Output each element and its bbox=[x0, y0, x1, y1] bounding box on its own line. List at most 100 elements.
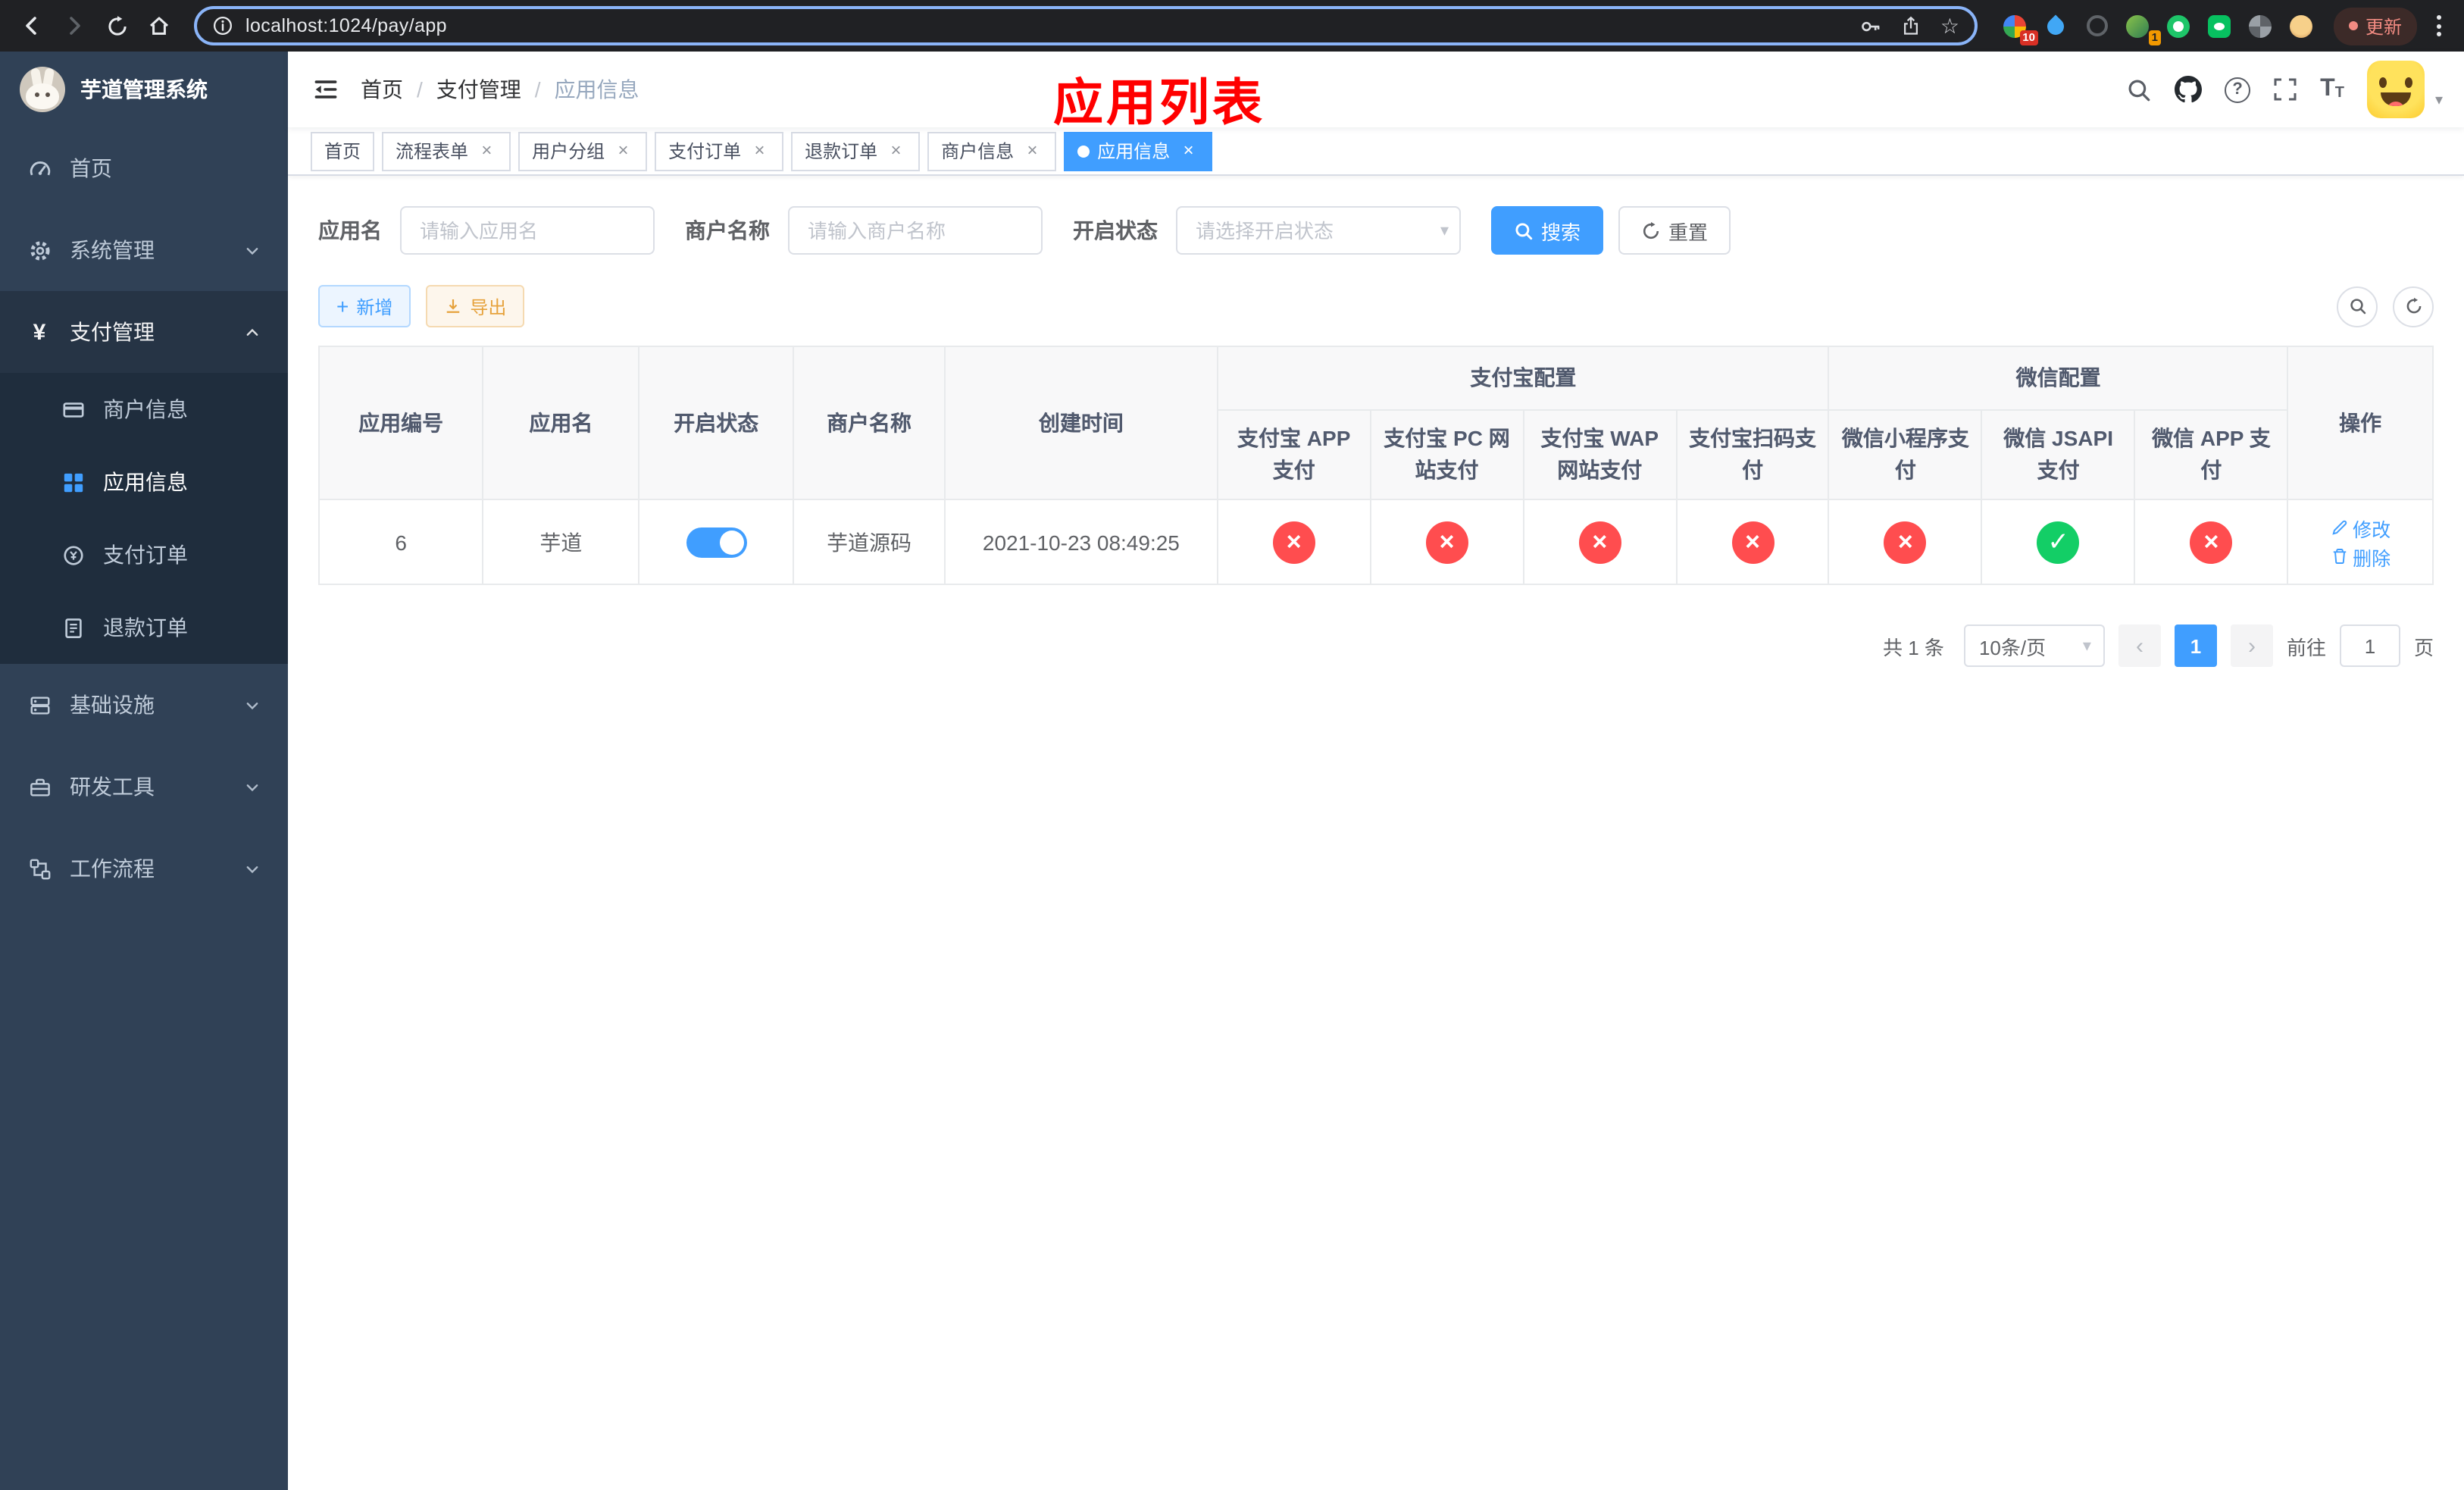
search-button[interactable]: 搜索 bbox=[1491, 206, 1604, 255]
breadcrumb-payment[interactable]: 支付管理 bbox=[436, 74, 521, 105]
close-icon[interactable]: × bbox=[1021, 139, 1043, 161]
tab-app-info[interactable]: 应用信息 × bbox=[1064, 131, 1213, 171]
address-bar[interactable]: localhost:1024/pay/app ☆ bbox=[194, 6, 1978, 45]
delete-button[interactable]: 删除 bbox=[2330, 542, 2391, 571]
plus-icon: + bbox=[336, 294, 349, 318]
screen: localhost:1024/pay/app ☆ 10 1 更新 芋道管理系统 … bbox=[0, 0, 2464, 1490]
extension-icon-5[interactable] bbox=[2165, 12, 2193, 39]
search-icon[interactable] bbox=[2126, 77, 2152, 102]
goto-label: 前往 bbox=[2286, 636, 2326, 659]
sidebar-item-refund-orders[interactable]: 退款订单 bbox=[0, 591, 288, 664]
refresh-table-button[interactable] bbox=[2393, 286, 2434, 327]
trash-icon bbox=[2332, 549, 2346, 564]
extension-icon-3[interactable] bbox=[2084, 12, 2111, 39]
close-icon[interactable]: × bbox=[1177, 139, 1199, 161]
prev-page-button[interactable]: ‹ bbox=[2118, 624, 2161, 667]
font-size-icon[interactable]: TT bbox=[2320, 77, 2344, 102]
dashboard-icon bbox=[27, 157, 52, 180]
app-logo[interactable]: 芋道管理系统 bbox=[0, 52, 288, 127]
sidebar-item-system[interactable]: 系统管理 bbox=[0, 209, 288, 291]
sidebar-item-payment[interactable]: ¥ 支付管理 bbox=[0, 291, 288, 373]
extension-badge: 10 bbox=[2019, 30, 2038, 45]
close-icon[interactable]: × bbox=[476, 139, 497, 161]
chevron-down-icon bbox=[244, 242, 261, 258]
breadcrumb-separator: / bbox=[417, 77, 423, 102]
status-cross-icon: × bbox=[1731, 521, 1775, 563]
share-icon[interactable] bbox=[1901, 15, 1922, 36]
site-info-icon[interactable] bbox=[212, 15, 233, 36]
browser-reload-button[interactable] bbox=[97, 6, 136, 45]
extension-icon-6[interactable] bbox=[2206, 12, 2234, 39]
tab-pay-orders[interactable]: 支付订单 × bbox=[655, 131, 784, 171]
edit-button[interactable]: 修改 bbox=[2330, 513, 2391, 542]
search-icon bbox=[2350, 299, 2366, 315]
table-row: 6 芋道 芋道源码 2021-10-23 08:49:25 × × × × × bbox=[317, 499, 2434, 585]
chevron-down-icon[interactable]: ▾ bbox=[2435, 92, 2443, 109]
apps-table: 应用编号 应用名 开启状态 商户名称 创建时间 支付宝配置 微信配置 操作 支付… bbox=[317, 346, 2434, 585]
reset-button[interactable]: 重置 bbox=[1618, 206, 1731, 255]
col-actions: 操作 bbox=[2287, 346, 2434, 500]
page-number-1[interactable]: 1 bbox=[2174, 624, 2217, 667]
user-avatar[interactable] bbox=[2366, 61, 2425, 118]
status-cross-icon: × bbox=[1884, 521, 1927, 563]
sidebar-item-pay-orders[interactable]: 支付订单 bbox=[0, 518, 288, 591]
col-alipay-qr: 支付宝扫码支付 bbox=[1675, 409, 1830, 500]
pencil-icon bbox=[2331, 520, 2347, 535]
extension-icon-7[interactable] bbox=[2247, 12, 2275, 39]
sidebar-item-workflow[interactable]: 工作流程 bbox=[0, 828, 288, 909]
status-cross-icon: × bbox=[1578, 521, 1621, 563]
cell-app-name: 芋道 bbox=[482, 499, 640, 585]
help-icon[interactable]: ? bbox=[2225, 77, 2251, 102]
url-text[interactable]: localhost:1024/pay/app bbox=[245, 15, 1848, 36]
pagination: 共 1 条 10条/页 ▾ ‹ 1 › 前往 页 bbox=[318, 624, 2434, 667]
browser-back-button[interactable] bbox=[12, 6, 52, 45]
merchant-name-input[interactable] bbox=[788, 206, 1043, 255]
status-toggle[interactable] bbox=[686, 527, 747, 557]
extension-icon-2[interactable] bbox=[2043, 12, 2070, 39]
cell-created: 2021-10-23 08:49:25 bbox=[943, 499, 1218, 585]
tags-view-bar: 首页 流程表单 × 用户分组 × 支付订单 × 退款订单 × 商户信息 × 应用… bbox=[288, 127, 2464, 176]
extension-icon-4[interactable]: 1 bbox=[2125, 12, 2161, 45]
goto-page-input[interactable] bbox=[2339, 624, 2400, 667]
sidebar-item-merchant-info[interactable]: 商户信息 bbox=[0, 373, 288, 446]
chevron-down-icon bbox=[244, 778, 261, 795]
sidebar-item-devtools[interactable]: 研发工具 bbox=[0, 746, 288, 828]
logo-avatar bbox=[20, 67, 65, 112]
export-button[interactable]: 导出 bbox=[426, 285, 525, 327]
app-name-input[interactable] bbox=[400, 206, 655, 255]
browser-update-button[interactable]: 更新 bbox=[2333, 7, 2417, 45]
tab-process-form[interactable]: 流程表单 × bbox=[382, 131, 511, 171]
breadcrumb-home[interactable]: 首页 bbox=[361, 74, 403, 105]
tab-user-group[interactable]: 用户分组 × bbox=[518, 131, 648, 171]
tab-home[interactable]: 首页 bbox=[311, 131, 375, 171]
extensions-area: 10 1 bbox=[2002, 12, 2315, 45]
extension-icon-8[interactable] bbox=[2288, 12, 2315, 39]
col-wechat-app: 微信 APP 支付 bbox=[2134, 409, 2289, 500]
status-select[interactable]: ▾ bbox=[1176, 206, 1461, 255]
browser-menu-icon[interactable] bbox=[2426, 15, 2452, 36]
add-button[interactable]: + 新增 bbox=[318, 285, 411, 327]
page-size-select[interactable]: 10条/页 ▾ bbox=[1963, 624, 2105, 667]
close-icon[interactable]: × bbox=[612, 139, 633, 161]
extension-icon-1[interactable]: 10 bbox=[2002, 12, 2038, 45]
bookmark-star-icon[interactable]: ☆ bbox=[1940, 15, 1959, 36]
browser-home-button[interactable] bbox=[139, 6, 179, 45]
sidebar-item-infrastructure[interactable]: 基础设施 bbox=[0, 664, 288, 746]
password-key-icon[interactable] bbox=[1860, 14, 1883, 37]
sidebar-item-home[interactable]: 首页 bbox=[0, 127, 288, 209]
tab-merchant-info[interactable]: 商户信息 × bbox=[927, 131, 1057, 171]
status-select-input[interactable] bbox=[1176, 206, 1461, 255]
browser-forward-button[interactable] bbox=[55, 6, 94, 45]
server-icon bbox=[27, 693, 52, 716]
cell-app-id: 6 bbox=[317, 499, 484, 585]
sidebar-collapse-icon[interactable] bbox=[312, 76, 339, 103]
next-page-button[interactable]: › bbox=[2230, 624, 2273, 667]
fullscreen-icon[interactable] bbox=[2273, 77, 2297, 102]
toggle-search-button[interactable] bbox=[2337, 286, 2378, 327]
tab-refund-orders[interactable]: 退款订单 × bbox=[791, 131, 921, 171]
close-icon[interactable]: × bbox=[749, 139, 770, 161]
close-icon[interactable]: × bbox=[885, 139, 906, 161]
sidebar-item-app-info[interactable]: 应用信息 bbox=[0, 446, 288, 518]
github-icon[interactable] bbox=[2175, 76, 2203, 103]
breadcrumb: 首页 / 支付管理 / 应用信息 bbox=[361, 74, 639, 105]
